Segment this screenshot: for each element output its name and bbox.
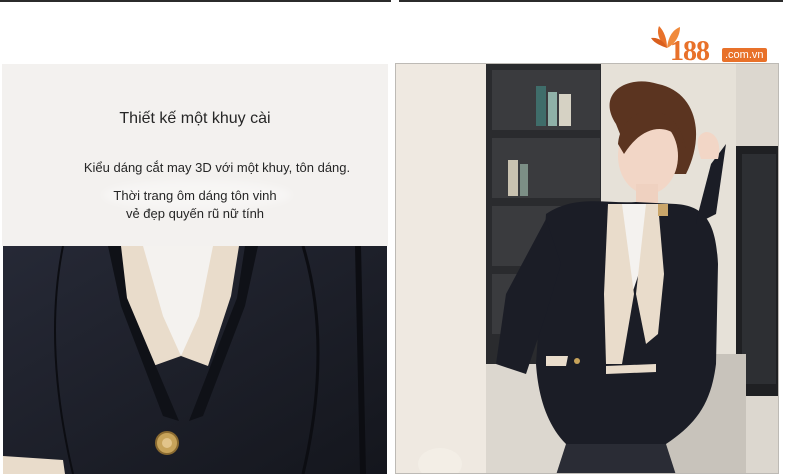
feature-subtitle-line2: vẻ đẹp quyến rũ nữ tính xyxy=(125,206,265,221)
top-divider-left xyxy=(0,0,391,2)
jacket-closeup-image xyxy=(3,246,387,474)
feature-title: Thiết kế một khuy cài xyxy=(119,110,271,127)
feature-text-panel: Thiết kế một khuy cài Kiểu dáng cắt may … xyxy=(2,64,388,246)
logo-domain: .com.vn xyxy=(722,48,767,62)
feature-description: Kiểu dáng cắt may 3D với một khuy, tôn d… xyxy=(83,160,351,175)
model-photo-illustration xyxy=(396,64,778,473)
model-photo xyxy=(395,63,779,474)
jacket-closeup-illustration xyxy=(3,246,387,474)
logo-number: 188 xyxy=(670,36,710,67)
feature-subtitle-line1: Thời trang ôm dáng tôn vinh xyxy=(113,188,277,203)
top-divider-right xyxy=(399,0,783,2)
